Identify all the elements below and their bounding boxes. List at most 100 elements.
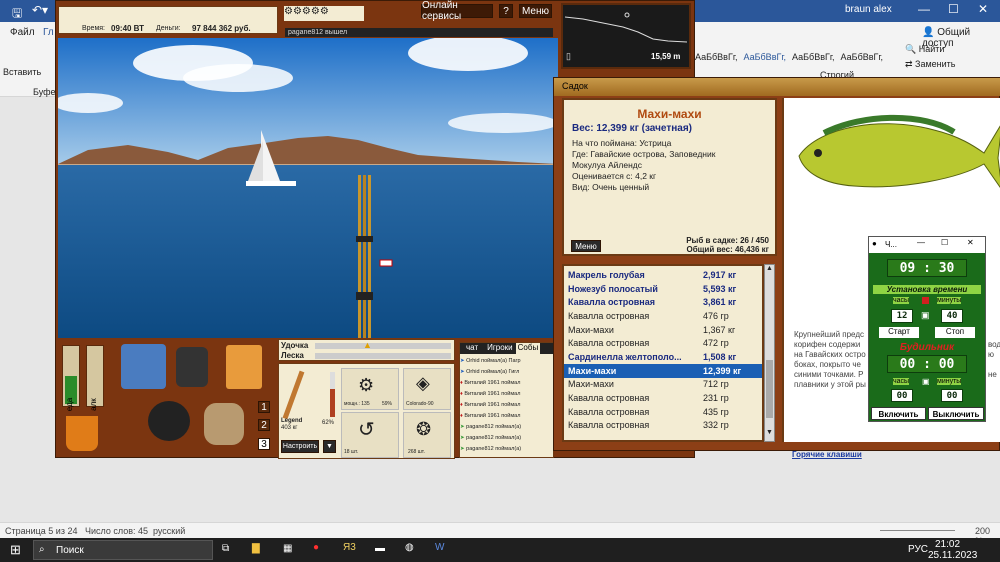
task-view-icon[interactable]: ⧉ — [222, 543, 229, 554]
tab-home[interactable]: Гл — [43, 27, 54, 38]
hotkeys-link[interactable]: Горячие клавиши — [792, 450, 862, 459]
setup-dropdown-button[interactable]: ▼ — [323, 440, 336, 453]
setup-button[interactable]: Настроить — [281, 440, 319, 453]
tray-language[interactable]: РУС — [908, 544, 928, 555]
keepnet-menu-button[interactable]: Меню — [571, 240, 601, 252]
table-row[interactable]: Махи-махи 712 гр — [564, 378, 762, 392]
disable-button[interactable]: Выключить — [928, 407, 984, 420]
alarm-minimize-icon[interactable]: — — [917, 238, 925, 247]
alarm-swap-icon[interactable]: ▣ — [922, 377, 930, 386]
basket-icon[interactable] — [204, 403, 244, 445]
yandex-browser-icon[interactable]: ● — [313, 542, 319, 553]
enable-button[interactable]: Включить — [871, 407, 926, 420]
clock-date[interactable]: 25.11.2023 — [928, 550, 977, 561]
table-row[interactable]: Кавалла островная 3,861 кг — [564, 295, 762, 309]
list-item[interactable]: ♦ Виталий 1961 поймал — [460, 411, 555, 422]
alarm-toggle-icon[interactable] — [922, 297, 929, 304]
list-item[interactable]: ➤ pagane812 поймал(а) — [460, 422, 555, 433]
list-scrollbar[interactable]: ▲ ▼ — [764, 264, 775, 442]
oyster-icon: ❂ — [416, 419, 432, 439]
notebook-icon[interactable] — [226, 345, 262, 389]
scroll-down-icon[interactable]: ▼ — [766, 429, 773, 436]
table-row-selected[interactable]: Махи-махи 12,399 кг — [564, 363, 762, 378]
list-item[interactable]: ➤ Orhid поймал(а) Гигл — [460, 367, 555, 378]
tab-events[interactable]: Собы — [515, 343, 541, 354]
style-4[interactable]: АаБбВвГг, — [841, 52, 884, 62]
table-row[interactable]: Сардинелла желтополо... 1,508 кг — [564, 350, 762, 364]
style-1[interactable]: АаБбВвГг, — [695, 52, 738, 62]
fish-weight-cell: 12,399 кг — [703, 365, 742, 376]
list-item[interactable]: ➤ Orhid поймал(а) Пагр — [460, 356, 555, 367]
globe-icon[interactable]: ◍ — [405, 542, 414, 553]
line-label: Леска — [281, 351, 304, 360]
slot-1[interactable]: 1 — [258, 401, 270, 413]
fish-icon: ➤ — [460, 446, 465, 452]
alarm-minutes-field[interactable]: 00 — [941, 389, 963, 402]
replace-button[interactable]: ⇄ Заменить — [905, 59, 956, 70]
table-row[interactable]: Макрель голубая 2,917 кг — [564, 268, 762, 282]
tackle-panel: Legend 403 кг 62% ⚙ мощн.: 135 59% ◈ Col… — [278, 363, 455, 459]
search-box[interactable]: ⌕ Поиск — [33, 540, 213, 560]
slot-2[interactable]: 2 — [258, 419, 270, 431]
tab-chat[interactable]: чат — [460, 343, 484, 354]
word-taskbar-icon[interactable]: W — [435, 542, 444, 553]
calculator-icon[interactable]: ▦ — [283, 543, 292, 554]
list-item[interactable]: ♦ Виталий 1961 поймал — [460, 378, 555, 389]
bait-item[interactable]: ❂ 268 шт. — [403, 412, 451, 458]
undo-icon[interactable]: ↶▾ — [32, 3, 48, 17]
close-icon[interactable]: ✕ — [978, 2, 988, 16]
table-row[interactable]: Кавалла островная 332 гр — [564, 419, 762, 433]
stop-button[interactable]: Стоп — [935, 327, 975, 338]
scroll-up-icon[interactable]: ▲ — [766, 265, 773, 272]
list-item[interactable]: ♦ Виталий 1961 поймал — [460, 389, 555, 400]
table-row[interactable]: Кавалла островная 472 гр — [564, 336, 762, 350]
clock-time[interactable]: 21:02 — [935, 539, 960, 550]
media-icon[interactable]: ▬ — [375, 543, 385, 554]
help-button[interactable]: ? — [499, 4, 513, 18]
explorer-icon[interactable]: ▇ — [252, 543, 260, 554]
table-row[interactable]: Кавалла островная 435 гр — [564, 405, 762, 419]
online-services-button[interactable]: Онлайн сервисы — [421, 0, 493, 22]
zoom-slider[interactable] — [880, 530, 955, 531]
status-bar: Страница 5 из 24 Число слов: 45 русский … — [0, 522, 1000, 546]
start-icon[interactable]: ⊞ — [10, 542, 21, 558]
minimize-icon[interactable]: — — [918, 2, 930, 16]
table-row[interactable]: Ножезуб полосатый 5,593 кг — [564, 282, 762, 296]
start-button[interactable]: Старт — [879, 327, 919, 338]
game-taskbar-icon[interactable]: Я3 — [343, 542, 356, 553]
bucket-icon[interactable] — [66, 416, 98, 451]
style-3[interactable]: АаБбВвГг, — [792, 52, 835, 62]
backpack-icon[interactable] — [176, 347, 208, 387]
word-count[interactable]: Число слов: 45 — [85, 526, 148, 536]
game-menu-button[interactable]: Меню — [519, 4, 552, 18]
reel-item[interactable]: ⚙ мощн.: 135 59% — [341, 368, 399, 410]
fishing-scene[interactable] — [58, 38, 558, 338]
tab-file[interactable]: Файл — [10, 27, 35, 38]
alarm-close-icon[interactable]: ✕ — [967, 238, 974, 247]
find-button[interactable]: 🔍 Найти — [905, 44, 944, 55]
paste-label[interactable]: Вставить — [3, 67, 41, 77]
table-row[interactable]: Махи-махи 1,367 кг — [564, 323, 762, 337]
table-row[interactable]: Кавалла островная 231 гр — [564, 391, 762, 405]
swap-icon[interactable]: ▣ — [921, 310, 930, 321]
alarm-hours-field[interactable]: 00 — [891, 389, 913, 402]
language[interactable]: русский — [153, 526, 185, 536]
scroll-thumb[interactable] — [766, 360, 773, 418]
slot-3[interactable]: 3 — [258, 438, 270, 450]
tab-players[interactable]: Игроки — [484, 343, 516, 354]
time-label: Время: — [82, 25, 106, 32]
lure-item[interactable]: ◈ Colorado-90 — [403, 368, 451, 410]
style-2[interactable]: АаБбВвГг, — [744, 52, 787, 62]
table-row[interactable]: Кавалла островная 476 гр — [564, 309, 762, 323]
list-item[interactable]: ♦ Виталий 1961 поймал — [460, 400, 555, 411]
hook-item[interactable]: ↺ 18 шт. — [341, 412, 399, 458]
tackle-box-icon[interactable] — [121, 344, 166, 389]
page-info[interactable]: Страница 5 из 24 — [5, 526, 77, 536]
maximize-icon[interactable]: ☐ — [948, 2, 959, 16]
alarm-maximize-icon[interactable]: ☐ — [941, 238, 948, 247]
set-minutes-field[interactable]: 40 — [941, 309, 963, 323]
list-item[interactable]: ➤ pagane812 поймал(а) — [460, 444, 555, 455]
list-item[interactable]: ➤ pagane812 поймал(а) — [460, 433, 555, 444]
cauldron-icon[interactable] — [148, 401, 190, 441]
set-hours-field[interactable]: 12 — [891, 309, 913, 323]
